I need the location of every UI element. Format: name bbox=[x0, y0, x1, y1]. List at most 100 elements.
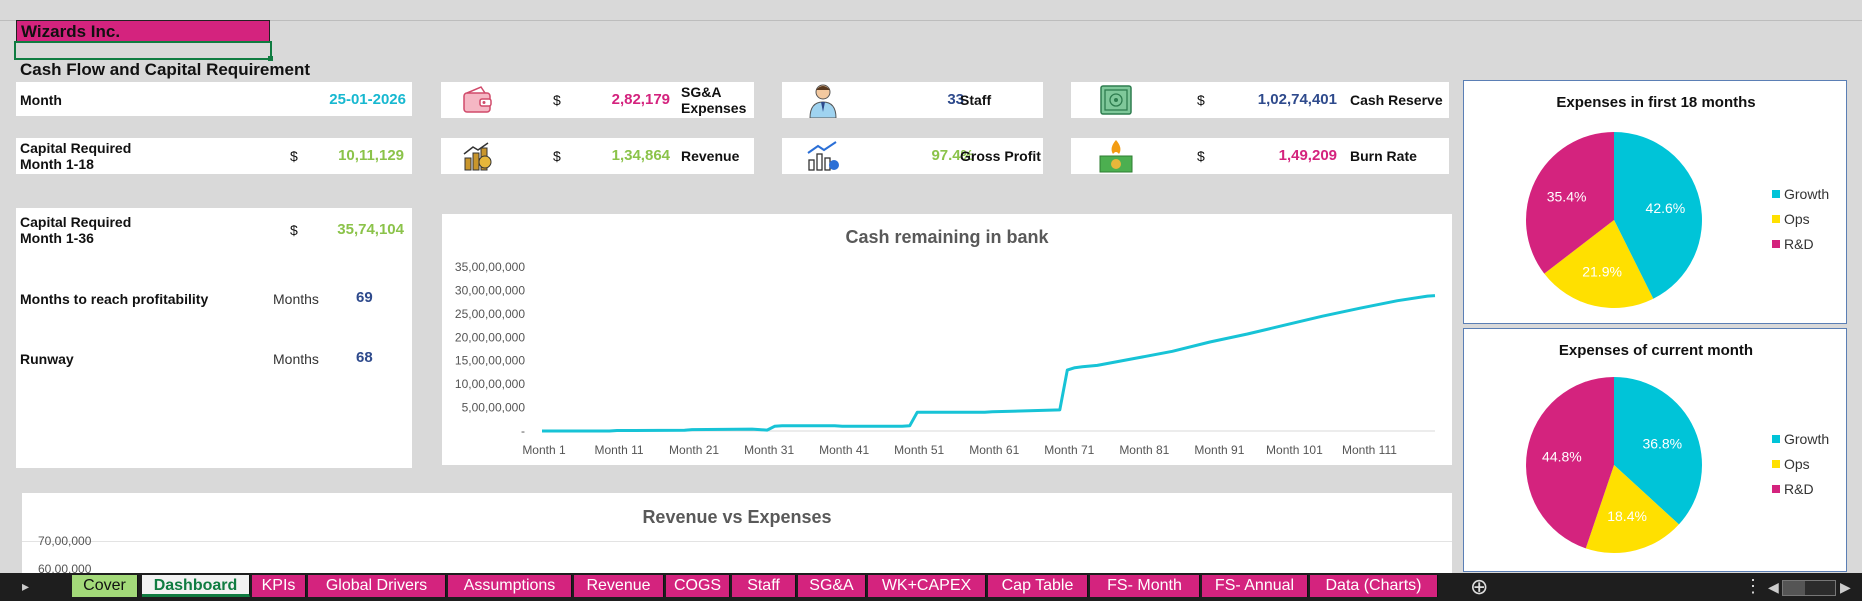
cash-line-chart: 35,00,00,000 30,00,00,000 25,00,00,000 20,0… bbox=[455, 260, 1436, 457]
tab-staff[interactable]: Staff bbox=[732, 575, 796, 597]
cash-reserve-value[interactable]: 1,02,74,401 bbox=[1258, 91, 1337, 108]
add-sheet-icon[interactable]: ⊕ bbox=[1470, 574, 1488, 600]
legend-item: Ops bbox=[1772, 206, 1829, 231]
x-tick-label: Month 21 bbox=[669, 443, 719, 457]
legend-swatch bbox=[1772, 434, 1780, 443]
burn-rate-currency: $ bbox=[1197, 148, 1205, 164]
tab-revenue[interactable]: Revenue bbox=[574, 575, 664, 597]
tab-cap-table[interactable]: Cap Table bbox=[988, 575, 1088, 597]
cash-series-line bbox=[542, 294, 1436, 433]
tab-dashboard[interactable]: Dashboard bbox=[142, 575, 250, 597]
legend-item: Growth bbox=[1772, 181, 1829, 206]
legend-label: Growth bbox=[1784, 430, 1830, 447]
pie-data-label: 18.4% bbox=[1607, 508, 1647, 524]
tab-assumptions[interactable]: Assumptions bbox=[448, 575, 572, 597]
month-label: Month bbox=[20, 92, 62, 108]
y-tick-label: - bbox=[521, 424, 525, 438]
x-tick-label: Month 81 bbox=[1119, 443, 1169, 457]
y-tick-label: 5,00,00,000 bbox=[462, 401, 526, 415]
legend-swatch bbox=[1772, 484, 1780, 493]
profitability-unit: Months bbox=[273, 291, 319, 307]
tab-scroll-arrow[interactable]: ▸ bbox=[22, 578, 29, 595]
tab-kpis[interactable]: KPIs bbox=[252, 575, 306, 597]
tab-wk-capex[interactable]: WK+CAPEX bbox=[868, 575, 986, 597]
tab-global-drivers[interactable]: Global Drivers bbox=[308, 575, 446, 597]
tab-fs-month[interactable]: FS- Month bbox=[1090, 575, 1200, 597]
tab-fs-annual[interactable]: FS- Annual bbox=[1202, 575, 1308, 597]
pie2-legend: Growth Ops R&D bbox=[1772, 426, 1829, 501]
horizontal-scrollbar[interactable] bbox=[1782, 580, 1836, 596]
month-value[interactable]: 25-01-2026 bbox=[329, 91, 406, 108]
pie1-legend: Growth Ops R&D bbox=[1772, 181, 1829, 256]
tab-data-charts[interactable]: Data (Charts) bbox=[1310, 575, 1438, 597]
pie-data-label: 36.8% bbox=[1642, 436, 1682, 452]
pie-data-label: 44.8% bbox=[1542, 448, 1582, 464]
section-subtitle: Cash Flow and Capital Requirement bbox=[20, 60, 310, 79]
sga-value[interactable]: 2,82,179 bbox=[612, 91, 670, 108]
pie-data-label: 42.6% bbox=[1646, 200, 1686, 216]
staff-label: Staff bbox=[960, 92, 992, 108]
y-tick-label: 35,00,00,000 bbox=[455, 260, 525, 274]
tab-cover[interactable]: Cover bbox=[72, 575, 138, 597]
growth-chart-icon bbox=[807, 141, 839, 171]
profitability-label: Months to reach profitability bbox=[20, 291, 209, 307]
y-tick-label: 20,00,00,000 bbox=[455, 330, 525, 344]
x-tick-label: Month 101 bbox=[1266, 443, 1323, 457]
gross-profit-card: 97.4% Gross Profit bbox=[782, 138, 1043, 174]
capital-summary-card: Capital Required Month 1-36 $ 35,74,104 M… bbox=[16, 208, 412, 468]
legend-label: R&D bbox=[1784, 480, 1814, 497]
legend-swatch bbox=[1772, 239, 1780, 248]
burn-rate-label: Burn Rate bbox=[1350, 148, 1417, 164]
revenue-expenses-title: Revenue vs Expenses bbox=[642, 507, 832, 527]
cash-reserve-label: Cash Reserve bbox=[1350, 92, 1443, 108]
scroll-right-icon[interactable]: ▶ bbox=[1840, 579, 1851, 596]
scroll-left-icon[interactable]: ◀ bbox=[1768, 579, 1779, 596]
tab-sga[interactable]: SG&A bbox=[798, 575, 866, 597]
legend-label: Ops bbox=[1784, 455, 1810, 472]
capital-18-label: Capital Required Month 1-18 bbox=[20, 140, 132, 172]
cash-reserve-card: $ 1,02,74,401 Cash Reserve bbox=[1071, 82, 1449, 118]
staff-card: 33 Staff bbox=[782, 82, 1043, 118]
coins-growth-icon bbox=[463, 142, 492, 171]
y-tick-label: 30,00,00,000 bbox=[455, 283, 525, 297]
pie-box-current[interactable]: Expenses of current month 36.8% 18.4% 44.8… bbox=[1463, 328, 1847, 572]
pie-data-label: 21.9% bbox=[1582, 264, 1622, 280]
safe-icon bbox=[1100, 85, 1132, 115]
x-tick-label: Month 51 bbox=[894, 443, 944, 457]
profitability-value[interactable]: 69 bbox=[356, 289, 373, 306]
sheet-top-strip bbox=[0, 0, 1862, 21]
revenue-card: $ 1,34,864 Revenue bbox=[441, 138, 754, 174]
capital-18-card: Capital Required Month 1-18 $ 10,11,129 bbox=[16, 138, 412, 174]
pie-box-first18[interactable]: Expenses in first 18 months 42.6% 21.9% 35… bbox=[1463, 80, 1847, 324]
legend-item: Growth bbox=[1772, 426, 1829, 451]
x-tick-label: Month 91 bbox=[1194, 443, 1244, 457]
burning-money-icon bbox=[1099, 140, 1133, 173]
scrollbar-thumb[interactable] bbox=[1783, 581, 1805, 595]
x-tick-label: Month 11 bbox=[594, 443, 643, 457]
wallet-icon bbox=[463, 86, 492, 113]
revenue-label: Revenue bbox=[681, 148, 740, 164]
x-tick-label: Month 61 bbox=[969, 443, 1019, 457]
capital-18-value[interactable]: 10,11,129 bbox=[338, 147, 404, 164]
company-name-cell[interactable]: Wizards Inc. bbox=[16, 20, 270, 42]
cash-reserve-currency: $ bbox=[1197, 92, 1205, 108]
capital-36-value[interactable]: 35,74,104 bbox=[337, 221, 404, 238]
gross-profit-label: Gross Profit bbox=[960, 148, 1041, 164]
burn-rate-value[interactable]: 1,49,209 bbox=[1279, 147, 1337, 164]
selected-cell-outline[interactable] bbox=[14, 41, 272, 60]
y-tick-label: 70,00,000 bbox=[38, 534, 92, 548]
revenue-value[interactable]: 1,34,864 bbox=[612, 147, 670, 164]
legend-item: R&D bbox=[1772, 476, 1829, 501]
x-tick-label: Month 41 bbox=[819, 443, 869, 457]
runway-value[interactable]: 68 bbox=[356, 349, 373, 366]
more-options-icon[interactable]: ⋮ bbox=[1744, 576, 1762, 597]
legend-swatch bbox=[1772, 214, 1780, 223]
cash-chart-box[interactable]: Cash remaining in bank 35,00,00,000 30,00… bbox=[442, 214, 1452, 465]
tab-cogs[interactable]: COGS bbox=[666, 575, 730, 597]
burn-rate-card: $ 1,49,209 Burn Rate bbox=[1071, 138, 1449, 174]
revenue-expenses-chart-box[interactable]: Revenue vs Expenses 70,00,000 60,00,000 bbox=[22, 493, 1452, 576]
month-card: Month 25-01-2026 bbox=[16, 82, 412, 116]
y-tick-label: 25,00,00,000 bbox=[455, 307, 525, 321]
legend-label: R&D bbox=[1784, 235, 1814, 252]
revenue-currency: $ bbox=[553, 148, 561, 164]
